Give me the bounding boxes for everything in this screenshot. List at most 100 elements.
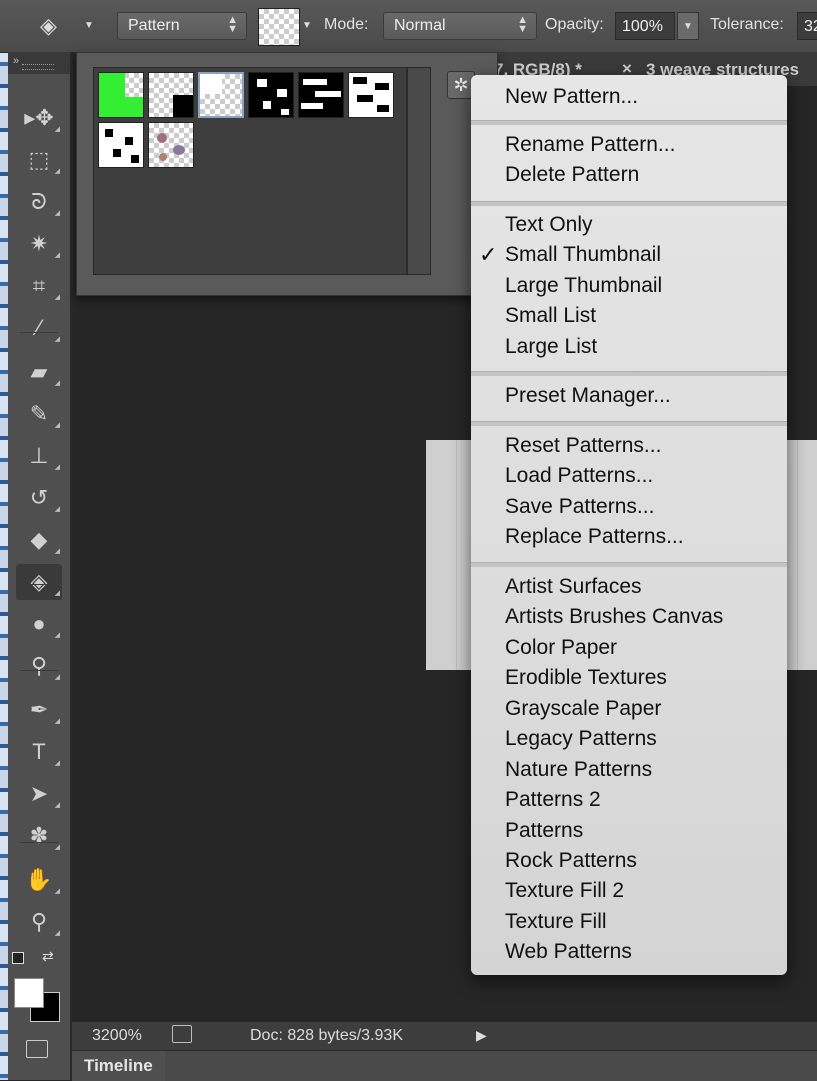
share-icon[interactable]	[172, 1025, 192, 1043]
menu-item[interactable]: Nature Patterns	[505, 758, 652, 782]
menu-item[interactable]: Color Paper	[505, 636, 617, 660]
menu-separator	[471, 371, 787, 376]
pattern-swatch-weave-3[interactable]	[348, 72, 394, 118]
healing-brush-tool[interactable]: ▰ ◢	[16, 354, 62, 390]
zoom-icon: ⚲	[30, 909, 48, 934]
submenu-triangle-icon: ◢	[54, 506, 60, 513]
type-tool[interactable]: T ◢	[16, 734, 62, 770]
pattern-swatch-black-corner[interactable]	[148, 72, 194, 118]
opacity-field[interactable]: 100%	[615, 12, 675, 40]
history-brush-tool[interactable]: ↺ ◢	[16, 480, 62, 516]
clone-stamp-tool[interactable]: ⊥ ◢	[16, 438, 62, 474]
arrow-icon: ➤	[29, 781, 49, 806]
pen-icon: ✒	[29, 697, 49, 722]
pattern-preview-swatch[interactable]	[258, 8, 300, 46]
path-selection-tool[interactable]: ➤ ◢	[16, 776, 62, 812]
background-desktop-strip	[0, 0, 8, 1080]
swap-colors-icon[interactable]: ⇄	[42, 948, 54, 965]
marquee-icon: ⬚	[28, 147, 50, 172]
submenu-triangle-icon: ◢	[54, 930, 60, 937]
custom-shape-tool[interactable]: ✽ ◢	[16, 818, 62, 854]
menu-item[interactable]: Grayscale Paper	[505, 697, 661, 721]
menu-item[interactable]: Texture Fill 2	[505, 879, 624, 903]
pattern-picker-panel: ✲	[76, 52, 498, 296]
pattern-swatch-green[interactable]	[98, 72, 144, 118]
menu-item[interactable]: Save Patterns...	[505, 495, 654, 519]
menu-item[interactable]: New Pattern...	[505, 85, 638, 109]
move-tool[interactable]: ▸✥ ◢	[16, 100, 62, 136]
pattern-swatch-floral[interactable]	[148, 122, 194, 168]
blur-tool[interactable]: ● ◢	[16, 606, 62, 642]
menu-item[interactable]: Artist Surfaces	[505, 575, 642, 599]
opacity-slider-arrow-icon[interactable]: ▼	[677, 12, 699, 40]
menu-separator	[471, 201, 787, 206]
eraser-tool[interactable]: ◆ ◢	[16, 522, 62, 558]
menu-item[interactable]: Reset Patterns...	[505, 434, 661, 458]
toolbox-panel: » ▸✥ ◢ ⬚ ◢ ᘐ ◢ ✷ ◢ ⌗ ◢ ⁄ ◢ ▰ ◢ ✎ ◢ ⊥ ◢ ↺ ◢ ◆ ◢ ◈ ◢ ● ◢ ⚲ ◢ ✒ ◢ T ◢ ➤ ◢ ✽ ◢ ✋…	[8, 52, 71, 1080]
magic-wand-tool[interactable]: ✷ ◢	[16, 226, 62, 262]
dodge-icon: ⚲	[30, 653, 48, 678]
zoom-tool[interactable]: ⚲ ◢	[16, 904, 62, 940]
brush-tool[interactable]: ✎ ◢	[16, 396, 62, 432]
pattern-options-menu: New Pattern... Rename Pattern... Delete Pa…	[471, 75, 787, 975]
foreground-color-swatch[interactable]	[14, 978, 44, 1008]
mode-select[interactable]: Normal ▲ ▼	[383, 12, 537, 40]
menu-item[interactable]: Rename Pattern...	[505, 133, 675, 157]
pattern-swatch-weave-2[interactable]	[298, 72, 344, 118]
crop-icon: ⌗	[32, 273, 46, 298]
menu-item[interactable]: Large Thumbnail	[505, 274, 662, 298]
hand-tool[interactable]: ✋ ◢	[16, 862, 62, 898]
menu-item[interactable]: Delete Pattern	[505, 163, 639, 187]
tool-preset-dropdown-arrow-icon[interactable]: ▼	[84, 20, 94, 31]
menu-item[interactable]: Legacy Patterns	[505, 727, 657, 751]
menu-item[interactable]: Replace Patterns...	[505, 525, 684, 549]
quick-mask-icon[interactable]	[26, 1040, 48, 1058]
pen-tool[interactable]: ✒ ◢	[16, 692, 62, 728]
menu-item[interactable]: Small Thumbnail	[505, 243, 661, 267]
updown-arrows-icon: ▲ ▼	[517, 14, 528, 35]
menu-item[interactable]: Text Only	[505, 213, 593, 237]
menu-item[interactable]: Texture Fill	[505, 910, 607, 934]
paint-bucket-tool-preset-icon[interactable]: ◈	[40, 12, 74, 40]
menu-item[interactable]: Erodible Textures	[505, 666, 667, 690]
pattern-picker-arrow-icon[interactable]: ▼	[302, 20, 312, 31]
default-colors-icon[interactable]	[12, 952, 24, 964]
submenu-triangle-icon: ◢	[54, 168, 60, 175]
document-info: Doc: 828 bytes/3.93K	[250, 1027, 403, 1044]
collapse-icon[interactable]: »	[13, 55, 19, 67]
brush-icon: ✎	[29, 401, 49, 426]
submenu-triangle-icon: ◢	[54, 126, 60, 133]
crop-tool[interactable]: ⌗ ◢	[16, 268, 62, 304]
menu-item[interactable]: Preset Manager...	[505, 384, 671, 408]
submenu-triangle-icon: ◢	[54, 380, 60, 387]
pattern-picker-scrollbar[interactable]	[407, 67, 431, 275]
pattern-swatch-white-selected[interactable]	[198, 72, 244, 118]
zoom-level[interactable]: 3200%	[92, 1027, 142, 1045]
toolbox-header[interactable]: »	[8, 52, 70, 74]
paint-bucket-tool[interactable]: ◈ ◢	[16, 564, 62, 600]
menu-item[interactable]: Rock Patterns	[505, 849, 637, 873]
status-bar: 3200% Doc: 828 bytes/3.93K ▶	[72, 1022, 817, 1050]
timeline-panel-bar: Timeline	[72, 1050, 817, 1081]
menu-item[interactable]: Large List	[505, 335, 597, 359]
lasso-tool[interactable]: ᘐ ◢	[16, 184, 62, 220]
menu-item[interactable]: Small List	[505, 304, 596, 328]
dodge-tool[interactable]: ⚲ ◢	[16, 648, 62, 684]
status-menu-arrow-icon[interactable]: ▶	[476, 1027, 487, 1044]
menu-item[interactable]: Patterns	[505, 819, 583, 843]
menu-item[interactable]: Load Patterns...	[505, 464, 653, 488]
toolbox-divider	[20, 842, 58, 843]
menu-item[interactable]: Artists Brushes Canvas	[505, 605, 723, 629]
pattern-swatch-dots[interactable]	[98, 122, 144, 168]
menu-item[interactable]: Patterns 2	[505, 788, 601, 812]
mode-label: Mode:	[324, 16, 369, 33]
timeline-tab[interactable]: Timeline	[72, 1051, 165, 1081]
fill-source-select[interactable]: Pattern ▲ ▼	[117, 12, 247, 40]
menu-item[interactable]: Web Patterns	[505, 940, 632, 964]
tolerance-field[interactable]: 32	[797, 12, 817, 40]
pattern-swatch-weave-1[interactable]	[248, 72, 294, 118]
marquee-tool[interactable]: ⬚ ◢	[16, 142, 62, 178]
eyedropper-tool[interactable]: ⁄ ◢	[16, 310, 62, 346]
submenu-triangle-icon: ◢	[54, 888, 60, 895]
magic-wand-icon: ✷	[29, 231, 49, 256]
